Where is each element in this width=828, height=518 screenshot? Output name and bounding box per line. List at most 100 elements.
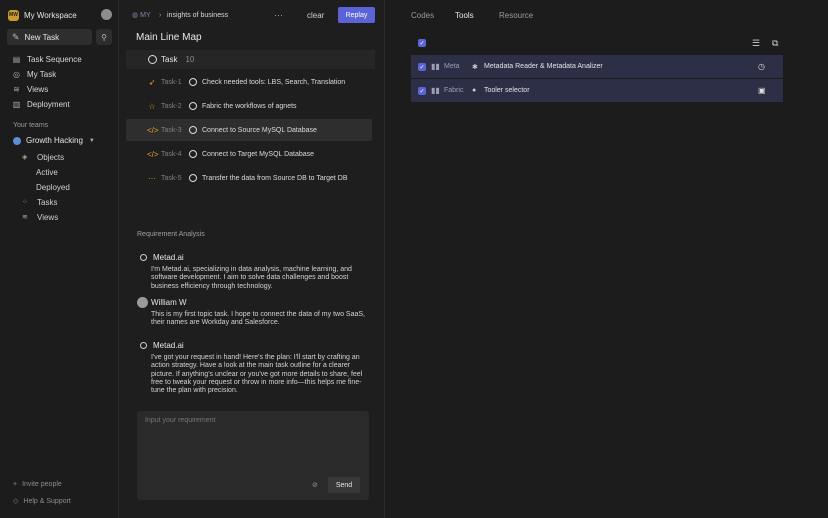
team-growth-hacking[interactable]: Growth Hacking ▼ bbox=[13, 136, 95, 145]
tool-row[interactable]: ✓ ▮▮ Meta ✱ Metadata Reader & Metadata A… bbox=[411, 55, 783, 78]
task-text: Connect to Source MySQL Database bbox=[202, 126, 317, 134]
tool-row[interactable]: ✓ ▮▮ Fabric ● Tooler selector ▣ bbox=[411, 79, 783, 102]
tool-category: Meta bbox=[444, 63, 460, 70]
chevron-right-icon: › bbox=[159, 11, 162, 19]
help-support-link[interactable]: ◇ Help & Support bbox=[13, 497, 71, 506]
status-circle-icon[interactable] bbox=[189, 102, 197, 110]
sidebar-item-deployment[interactable]: ▥ Deployment bbox=[12, 98, 70, 110]
task-row[interactable]: ··· Task-5 Transfer the data from Source… bbox=[126, 167, 372, 189]
invite-label: Invite people bbox=[22, 481, 62, 488]
tab-codes[interactable]: Codes bbox=[411, 11, 434, 20]
clock-icon[interactable]: ◷ bbox=[758, 62, 765, 71]
team-item-label: Views bbox=[37, 212, 59, 222]
workspace-logo: MW bbox=[8, 9, 19, 21]
layers-icon: ≋ bbox=[22, 214, 28, 221]
user-avatar[interactable] bbox=[101, 9, 112, 20]
new-task-button[interactable]: ✎ New Task bbox=[7, 29, 92, 45]
sidebar-item-label: Views bbox=[27, 84, 49, 94]
book-icon: ▥ bbox=[12, 99, 21, 109]
task-id: Task-4 bbox=[161, 150, 182, 158]
tool-name: Metadata Reader & Metadata Analizer bbox=[484, 63, 603, 70]
task-id: Task-5 bbox=[161, 174, 182, 182]
star-icon: ☆ bbox=[148, 101, 156, 111]
dots-icon: ··· bbox=[148, 173, 156, 183]
bar-chart-icon: ▮▮ bbox=[431, 86, 440, 95]
help-icon: ◇ bbox=[13, 498, 19, 505]
sidebar-item-views[interactable]: ≋ Views bbox=[12, 83, 48, 95]
message-author: Metad.ai bbox=[153, 340, 184, 350]
status-circle-icon[interactable] bbox=[189, 174, 197, 182]
tools-panel: Codes Tools Resource ✓ ☰ ⧉ ✓ ▮▮ Meta ✱ M… bbox=[397, 0, 828, 518]
objects-icon: ◈ bbox=[22, 154, 28, 161]
requirement-input-box: ⊘ Send bbox=[137, 411, 369, 500]
message-body: This is my first topic task. I hope to c… bbox=[151, 311, 365, 327]
message-body: I've got your request in hand! Here's th… bbox=[151, 354, 363, 395]
more-button[interactable]: ··· bbox=[274, 8, 283, 22]
edit-icon: ✎ bbox=[12, 31, 20, 42]
layers-icon: ≋ bbox=[13, 84, 20, 94]
task-sequence-icon: ▤ bbox=[12, 54, 21, 64]
message-author: William W bbox=[151, 297, 187, 307]
breadcrumb-tag[interactable]: ◍ MY bbox=[132, 8, 151, 22]
tool-checkbox[interactable]: ✓ bbox=[418, 63, 426, 71]
task-row[interactable]: </> Task-3 Connect to Source MySQL Datab… bbox=[126, 119, 372, 141]
page-title: Main Line Map bbox=[136, 32, 202, 43]
team-item-views[interactable]: ≋ Views bbox=[22, 211, 58, 223]
task-text: Fabric the workflows of agnets bbox=[202, 102, 297, 110]
task-row[interactable]: ➶ Task-1 Check needed tools: LBS, Search… bbox=[126, 71, 372, 93]
teams-label: Your teams bbox=[13, 122, 49, 129]
help-label: Help & Support bbox=[23, 497, 71, 505]
grid-icon: ⁘ bbox=[22, 199, 28, 206]
clear-button[interactable]: clear bbox=[307, 8, 324, 22]
task-count: 10 bbox=[185, 55, 195, 64]
plus-icon: + bbox=[13, 481, 18, 488]
avatar bbox=[137, 296, 148, 308]
team-item-tasks[interactable]: ⁘ Tasks bbox=[22, 196, 57, 208]
status-circle-icon[interactable] bbox=[189, 78, 197, 86]
task-id: Task-1 bbox=[161, 78, 182, 86]
select-all-checkbox[interactable]: ✓ bbox=[418, 39, 426, 47]
attach-icon[interactable]: ⊘ bbox=[312, 481, 318, 489]
code-icon: </> bbox=[147, 149, 159, 159]
list-icon[interactable]: ☰ bbox=[752, 38, 760, 49]
breadcrumb[interactable]: insights of business bbox=[167, 8, 228, 22]
sidebar: MW My Workspace ✎ New Task ⚲ ▤ Task Sequ… bbox=[0, 0, 119, 518]
workspace-switcher[interactable]: MW My Workspace bbox=[8, 7, 112, 23]
team-name: Growth Hacking bbox=[26, 136, 83, 145]
chat-message: William W This is my first topic task. I… bbox=[137, 296, 369, 328]
new-task-label: New Task bbox=[24, 32, 60, 42]
task-text: Connect to Target MySQL Database bbox=[202, 150, 315, 158]
sidebar-item-label: My Task bbox=[27, 69, 57, 79]
task-id: Task-2 bbox=[161, 102, 182, 110]
box-icon[interactable]: ▣ bbox=[758, 86, 766, 95]
copy-icon[interactable]: ⧉ bbox=[772, 38, 778, 49]
status-circle-icon[interactable] bbox=[189, 150, 197, 158]
tab-resource[interactable]: Resource bbox=[499, 11, 533, 20]
replay-button[interactable]: Replay bbox=[338, 7, 375, 23]
requirement-input[interactable] bbox=[145, 417, 355, 457]
team-item-active[interactable]: Active bbox=[36, 166, 58, 178]
tab-tools[interactable]: Tools bbox=[455, 11, 474, 20]
task-id: Task-3 bbox=[161, 126, 182, 134]
invite-people-link[interactable]: + Invite people bbox=[13, 481, 62, 488]
assistant-icon bbox=[140, 253, 147, 261]
team-item-objects[interactable]: ◈ Objects bbox=[22, 151, 64, 163]
message-author: Metad.ai bbox=[153, 252, 184, 262]
code-icon: </> bbox=[147, 125, 159, 135]
team-icon bbox=[13, 136, 21, 145]
task-row[interactable]: ☆ Task-2 Fabric the workflows of agnets bbox=[126, 95, 372, 117]
globe-icon: ◍ bbox=[132, 12, 139, 19]
caret-down-icon: ▼ bbox=[88, 137, 95, 144]
send-button[interactable]: Send bbox=[328, 477, 360, 493]
status-circle-icon bbox=[148, 55, 157, 64]
user-icon: ● bbox=[472, 87, 477, 94]
sidebar-item-my-task[interactable]: ◎ My Task bbox=[12, 68, 56, 80]
status-circle-icon[interactable] bbox=[189, 126, 197, 134]
search-button[interactable]: ⚲ bbox=[96, 29, 112, 45]
sidebar-item-task-sequence[interactable]: ▤ Task Sequence bbox=[12, 53, 82, 65]
assistant-icon bbox=[140, 341, 147, 349]
tool-checkbox[interactable]: ✓ bbox=[418, 87, 426, 95]
task-group-header[interactable]: Task 10 bbox=[126, 50, 375, 69]
team-item-deployed[interactable]: Deployed bbox=[36, 181, 70, 193]
task-row[interactable]: </> Task-4 Connect to Target MySQL Datab… bbox=[126, 143, 372, 165]
